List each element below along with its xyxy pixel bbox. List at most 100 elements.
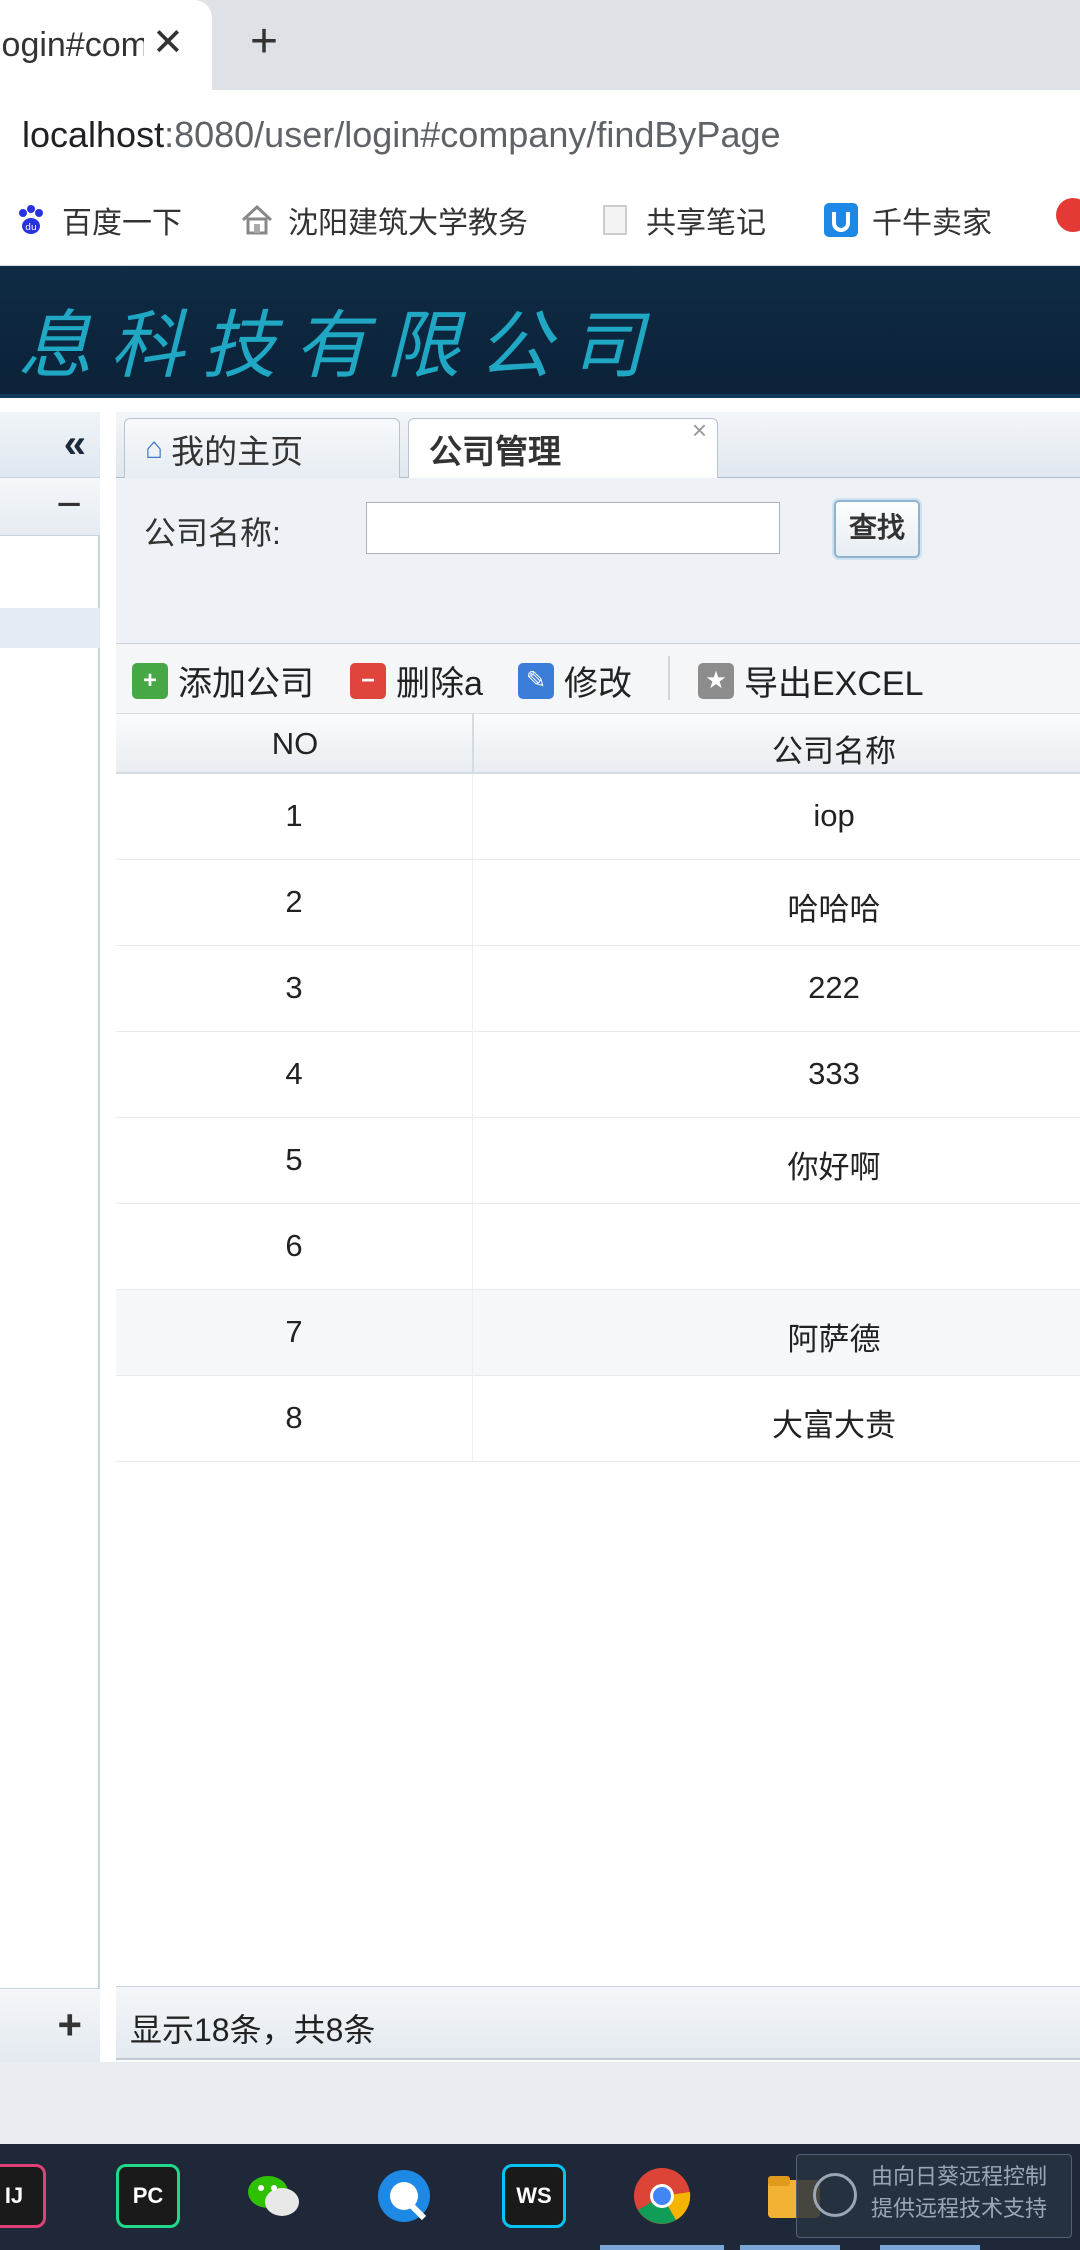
accordion-footer-section[interactable]: + — [0, 1988, 100, 2062]
browser-tab-bar: login#company/findByPage ✕ + — [0, 0, 1080, 90]
company-name-label: 公司名称: — [144, 515, 281, 551]
cell-no: 5 — [285, 1142, 303, 1177]
accordion-selected-item[interactable] — [0, 608, 100, 648]
left-panel-header: « — [0, 412, 100, 478]
edit-button[interactable]: ✎ 修改 — [518, 656, 632, 705]
chrome-icon[interactable] — [630, 2164, 694, 2228]
bookmark-label: 千牛卖家 — [872, 207, 992, 240]
table-row[interactable]: 4 333 — [116, 1032, 1080, 1118]
bookmark-label: 共享笔记 — [646, 207, 766, 240]
bookmark-notes[interactable]: 共享笔记 — [598, 198, 766, 242]
grid-toolbar: + 添加公司 − 删除a ✎ 修改 ★ 导出EXCEL — [116, 644, 1080, 714]
new-badge-icon — [1056, 198, 1080, 232]
collapse-minus-icon[interactable]: − — [56, 480, 82, 530]
os-taskbar: IJ PC WS 由向日葵远程控制 提供远程技术支持 — [0, 2144, 1080, 2250]
table-row[interactable]: 2 哈哈哈 — [116, 860, 1080, 946]
cell-divider — [472, 1290, 473, 1376]
address-bar[interactable]: localhost:8080/user/login#company/findBy… — [0, 90, 1080, 170]
cell-company-name: 阿萨德 — [787, 1322, 881, 1357]
home-icon: ⌂ — [145, 431, 164, 465]
cell-company-name: 333 — [808, 1056, 860, 1091]
export-excel-button[interactable]: ★ 导出EXCEL — [698, 656, 924, 705]
cell-company-name: iop — [813, 798, 855, 833]
active-app-indicator — [600, 2245, 724, 2250]
cell-no: 7 — [285, 1314, 303, 1349]
cell-no: 2 — [285, 884, 303, 919]
tab-close-icon[interactable]: ✕ — [152, 20, 184, 65]
pycharm-icon[interactable]: PC — [116, 2164, 180, 2228]
cell-divider — [472, 1204, 473, 1290]
edit-label: 修改 — [564, 665, 632, 703]
table-row[interactable]: 5 你好啊 — [116, 1118, 1080, 1204]
app-header-banner: 息科技有限公司 — [0, 266, 1080, 398]
bookmark-sjzu[interactable]: 沈阳建筑大学教务 — [240, 198, 528, 242]
cell-divider — [472, 1376, 473, 1462]
cell-no: 3 — [285, 970, 303, 1005]
app-indicator — [880, 2245, 980, 2250]
bookmark-label: 百度一下 — [62, 207, 182, 240]
app-indicator — [740, 2245, 840, 2250]
edit-pencil-icon: ✎ — [518, 662, 554, 699]
delete-icon: − — [350, 662, 386, 699]
content-tabs: ⌂ 我的主页 公司管理 × — [116, 412, 1080, 479]
column-header-company-name[interactable]: 公司名称 — [474, 726, 1080, 771]
bookmark-qianniu[interactable]: 千牛卖家 — [824, 198, 992, 242]
add-icon: + — [132, 662, 168, 699]
new-tab-button[interactable]: + — [250, 18, 278, 66]
table-row[interactable]: 6 — [116, 1204, 1080, 1290]
cell-no: 4 — [285, 1056, 303, 1091]
table-row[interactable]: 1 iop — [116, 774, 1080, 860]
remote-control-text: 由向日葵远程控制 提供远程技术支持 — [871, 2164, 1048, 2221]
search-button[interactable]: 查找 — [834, 500, 920, 558]
url-text[interactable]: localhost:8080/user/login#company/findBy… — [22, 114, 781, 156]
url-path: :8080/user/login#company/findByPage — [164, 114, 781, 155]
sunflower-icon — [813, 2173, 857, 2217]
delete-button[interactable]: − 删除a — [350, 656, 483, 705]
bookmark-baidu[interactable]: du 百度一下 — [14, 198, 182, 242]
cell-divider — [472, 774, 473, 860]
browser-tab-title: login#company/findByPage — [0, 26, 144, 64]
tab-company-management[interactable]: 公司管理 × — [408, 415, 718, 479]
company-name-input[interactable] — [366, 502, 780, 554]
company-title: 息科技有限公司 — [18, 303, 662, 389]
expand-plus-icon[interactable]: + — [57, 2001, 82, 2049]
qianniu-icon — [824, 203, 858, 237]
cell-divider — [472, 860, 473, 946]
house-icon — [240, 203, 274, 237]
toolbar-divider — [668, 656, 670, 700]
delete-label: 删除a — [396, 665, 483, 703]
left-accordion-panel: « − + — [0, 412, 100, 2062]
add-company-button[interactable]: + 添加公司 — [132, 656, 314, 705]
export-icon: ★ — [698, 662, 734, 699]
webstorm-icon[interactable]: WS — [502, 2164, 566, 2228]
tab-close-icon[interactable]: × — [692, 415, 707, 446]
qq-browser-icon[interactable] — [372, 2164, 436, 2228]
tab-my-home[interactable]: ⌂ 我的主页 — [124, 418, 400, 478]
add-company-label: 添加公司 — [178, 665, 314, 703]
browser-tab[interactable]: login#company/findByPage ✕ — [0, 0, 212, 90]
cell-divider — [472, 1118, 473, 1204]
page-icon — [598, 203, 632, 237]
wechat-icon[interactable] — [242, 2164, 306, 2228]
cell-company-name: 你好啊 — [787, 1150, 881, 1185]
intellij-idea-icon[interactable]: IJ — [0, 2164, 46, 2228]
cell-no: 6 — [285, 1228, 303, 1263]
collapse-double-left-icon[interactable]: « — [64, 422, 86, 467]
company-data-grid: NO 公司名称 1 iop 2 哈哈哈 3 222 4 333 5 你好啊 6 7 阿萨德 8 大富大贵 — [116, 714, 1080, 1986]
bookmark-label: 沈阳建筑大学教务 — [288, 207, 528, 240]
url-host: localhost — [22, 114, 165, 155]
cell-company-name: 222 — [808, 970, 860, 1005]
export-excel-label: 导出EXCEL — [744, 665, 924, 703]
column-header-no[interactable]: NO — [116, 726, 474, 762]
cell-divider — [472, 1032, 473, 1118]
accordion-section-header[interactable]: − — [0, 478, 100, 536]
table-row[interactable]: 3 222 — [116, 946, 1080, 1032]
pagination-bar: 显示18条，共8条 — [116, 1986, 1080, 2060]
bookmark-overflow[interactable] — [1056, 198, 1080, 232]
search-form: 公司名称: 查找 — [116, 478, 1080, 644]
table-row[interactable]: 7 阿萨德 — [116, 1290, 1080, 1376]
table-row[interactable]: 8 大富大贵 — [116, 1376, 1080, 1462]
grid-header: NO 公司名称 — [116, 714, 1080, 774]
cell-no: 1 — [285, 798, 303, 833]
remote-control-badge: 由向日葵远程控制 提供远程技术支持 — [796, 2154, 1072, 2238]
